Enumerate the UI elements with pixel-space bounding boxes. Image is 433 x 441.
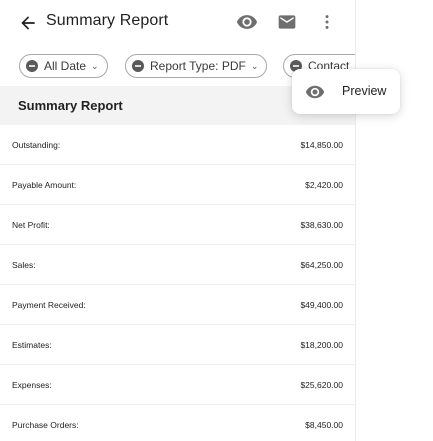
minus-circle-icon xyxy=(132,60,144,72)
app-bar: Summary Report xyxy=(0,0,355,45)
row-label: Payment Received: xyxy=(12,300,86,310)
summary-list: Outstanding: $14,850.00 Payable Amount: … xyxy=(0,125,355,441)
filter-chip-report-type[interactable]: Report Type: PDF ⌄ xyxy=(125,54,268,78)
email-button[interactable] xyxy=(275,10,299,34)
row-label: Estimates: xyxy=(12,340,52,350)
filter-chip-label: All Date xyxy=(44,59,87,73)
filter-chip-date[interactable]: All Date ⌄ xyxy=(19,54,108,78)
row-value: $18,200.00 xyxy=(300,340,343,350)
page-title: Summary Report xyxy=(46,12,169,29)
menu-item-label: Preview xyxy=(342,84,387,98)
summary-row-estimates: Estimates: $18,200.00 xyxy=(0,325,355,365)
more-vert-icon xyxy=(325,15,329,29)
row-label: Purchase Orders: xyxy=(12,420,79,430)
summary-row-sales: Sales: $64,250.00 xyxy=(0,245,355,285)
summary-row-expenses: Expenses: $25,620.00 xyxy=(0,365,355,405)
eye-icon xyxy=(236,15,258,29)
row-label: Payable Amount: xyxy=(12,180,77,190)
row-value: $64,250.00 xyxy=(300,260,343,270)
row-value: $49,400.00 xyxy=(300,300,343,310)
back-button[interactable] xyxy=(15,10,41,36)
preview-button[interactable] xyxy=(235,10,259,34)
more-options-button[interactable] xyxy=(315,10,339,34)
summary-row-payment-received: Payment Received: $49,400.00 xyxy=(0,285,355,325)
summary-row-purchase-orders: Purchase Orders: $8,450.00 xyxy=(0,405,355,441)
row-value: $38,630.00 xyxy=(300,220,343,230)
row-label: Net Profit: xyxy=(12,220,50,230)
summary-row-payable-amount: Payable Amount: $2,420.00 xyxy=(0,165,355,205)
row-label: Sales: xyxy=(12,260,36,270)
chevron-down-icon: ⌄ xyxy=(250,60,259,71)
filter-chip-label: Report Type: PDF xyxy=(150,59,246,73)
row-label: Outstanding: xyxy=(12,140,61,150)
row-label: Expenses: xyxy=(12,380,52,390)
mail-icon xyxy=(278,15,296,29)
summary-report-screen: Summary Report All Date ⌄ Report Type: P… xyxy=(0,0,356,441)
back-arrow-icon xyxy=(21,16,35,30)
summary-row-net-profit: Net Profit: $38,630.00 xyxy=(0,205,355,245)
eye-icon xyxy=(305,82,325,102)
summary-row-outstanding: Outstanding: $14,850.00 xyxy=(0,125,355,165)
chevron-down-icon: ⌄ xyxy=(91,60,99,71)
overflow-menu-popup: Preview xyxy=(292,69,400,114)
row-value: $8,450.00 xyxy=(305,420,343,430)
row-value: $25,620.00 xyxy=(300,380,343,390)
minus-circle-icon xyxy=(26,60,38,72)
row-value: $2,420.00 xyxy=(305,180,343,190)
section-title: Summary Report xyxy=(18,98,123,113)
menu-item-preview[interactable]: Preview xyxy=(292,69,400,114)
row-value: $14,850.00 xyxy=(300,140,343,150)
